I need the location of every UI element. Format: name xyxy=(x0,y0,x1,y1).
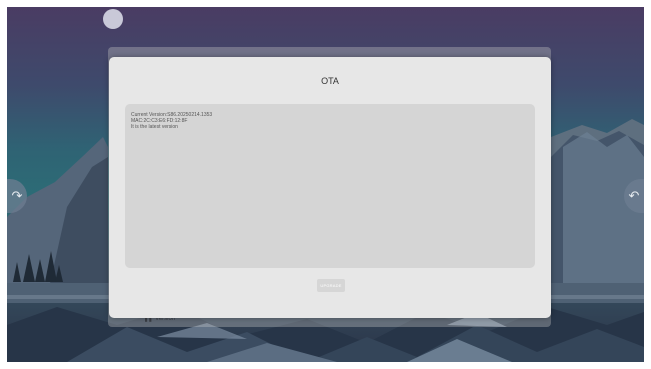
ota-dialog: OTA Current Version:S86.20250214.1353 MA… xyxy=(109,57,551,318)
redo-arrow-icon: ↷ xyxy=(11,188,23,203)
dialog-title: OTA xyxy=(321,76,339,86)
desktop-screen: ↷ ↶ ▌▌ Version OTA Current Version:S86.2… xyxy=(7,7,644,362)
update-status-text: It is the latest version xyxy=(131,124,178,130)
version-info-box: Current Version:S86.20250214.1353 MAC:2C… xyxy=(125,104,535,268)
moon xyxy=(103,9,123,29)
undo-arrow-icon: ↶ xyxy=(628,188,640,203)
upgrade-button[interactable]: UPGRADE xyxy=(317,279,345,292)
